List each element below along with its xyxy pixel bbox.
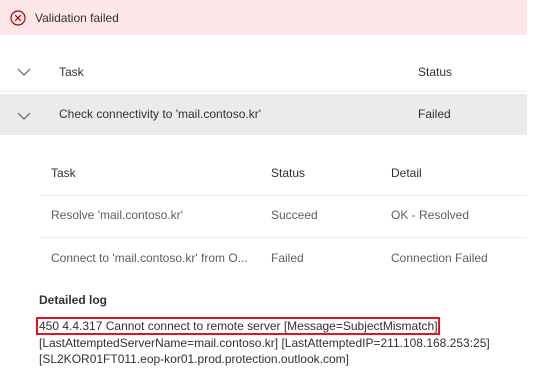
log-line: [SL2KOR01FT011.eop-kor01.prod.protection… [39,352,349,366]
subtable-row-detail: Connection Failed [391,251,488,265]
row-status: Failed [418,107,451,121]
column-header-status[interactable]: Status [418,65,452,79]
validation-banner: Validation failed [0,0,527,35]
subtable-row-task: Connect to 'mail.contoso.kr' from O... [51,251,248,265]
table-row[interactable]: Check connectivity to 'mail.contoso.kr' … [0,94,527,135]
banner-message: Validation failed [35,11,119,25]
table-header: Task Status [0,53,527,92]
divider [40,195,527,196]
error-circle-icon [10,10,26,26]
log-line: [LastAttemptedServerName=mail.contoso.kr… [39,336,490,350]
subtable-row-status: Failed [271,251,304,265]
chevron-down-icon[interactable] [17,67,31,77]
subtable-header-detail[interactable]: Detail [391,166,422,180]
subtable-header-status[interactable]: Status [271,166,305,180]
chevron-down-icon[interactable] [17,111,31,121]
log-title: Detailed log [39,293,108,307]
subtable-header-task[interactable]: Task [51,166,76,180]
row-task: Check connectivity to 'mail.contoso.kr' [59,107,261,121]
subtable-row-detail: OK - Resolved [391,208,470,222]
divider [40,237,527,238]
column-header-task[interactable]: Task [59,65,84,79]
subtable-row-task: Resolve 'mail.contoso.kr' [51,208,183,222]
subtable-row-status: Succeed [271,208,318,222]
log-line: 450 4.4.317 Cannot connect to remote ser… [39,319,438,333]
